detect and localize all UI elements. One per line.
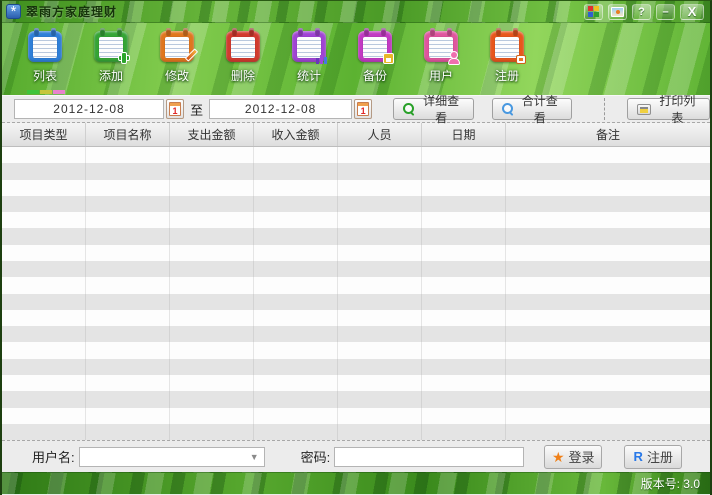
username-select[interactable]: ▼ bbox=[79, 447, 265, 467]
table-row[interactable] bbox=[2, 163, 710, 179]
help-button[interactable]: ? bbox=[632, 4, 651, 20]
close-button[interactable]: X bbox=[680, 4, 704, 20]
skin-palette-button[interactable] bbox=[584, 4, 603, 20]
list-notebook-icon bbox=[28, 31, 62, 62]
login-bar: 用户名: ▼ 密码: ★ 登录 R 注册 bbox=[2, 440, 710, 472]
table-row[interactable] bbox=[2, 310, 710, 326]
column-header[interactable]: 人员 bbox=[338, 123, 422, 146]
column-header[interactable]: 项目类型 bbox=[2, 123, 86, 146]
window-skin-icon bbox=[611, 7, 624, 17]
total-view-label: 合计查看 bbox=[517, 92, 562, 126]
toolbar-label: 备份 bbox=[363, 67, 387, 84]
skin-change-button[interactable] bbox=[608, 4, 627, 20]
table-row[interactable] bbox=[2, 375, 710, 391]
register-button[interactable]: R 注册 bbox=[624, 445, 682, 469]
date-from-input[interactable] bbox=[14, 99, 164, 119]
login-label: 登录 bbox=[569, 447, 595, 466]
table-row[interactable] bbox=[2, 228, 710, 244]
calendar-from-button[interactable]: 1 bbox=[166, 99, 184, 119]
status-bar: 版本号: 3.0 bbox=[2, 472, 710, 494]
toolbar-indicator-strip bbox=[27, 90, 65, 94]
toolbar-label: 列表 bbox=[33, 67, 57, 84]
add-notebook-icon bbox=[94, 31, 128, 62]
version-text: 版本号: 3.0 bbox=[641, 475, 700, 492]
toolbar-label: 修改 bbox=[165, 67, 189, 84]
table-row[interactable] bbox=[2, 359, 710, 375]
edit-notebook-icon bbox=[160, 31, 194, 62]
toolbar-label: 删除 bbox=[231, 67, 255, 84]
table-row[interactable] bbox=[2, 212, 710, 228]
calendar-to-button[interactable]: 1 bbox=[354, 99, 372, 119]
table-row[interactable] bbox=[2, 342, 710, 358]
search-icon bbox=[403, 103, 414, 115]
toolbar-button-list[interactable]: 列表 bbox=[12, 31, 78, 84]
column-header[interactable]: 备注 bbox=[506, 123, 710, 146]
table-row[interactable] bbox=[2, 326, 710, 342]
window-controls: ? – X bbox=[584, 4, 704, 20]
column-header[interactable]: 支出金额 bbox=[170, 123, 254, 146]
column-header[interactable]: 收入金额 bbox=[254, 123, 338, 146]
toolbar-button-add[interactable]: 添加 bbox=[78, 31, 144, 84]
toolbar: 列表 添加 修改 删除 统计 备份 用户 注册 bbox=[2, 23, 710, 95]
detail-view-label: 详细查看 bbox=[419, 92, 464, 126]
toolbar-label: 统计 bbox=[297, 67, 321, 84]
table-row[interactable] bbox=[2, 180, 710, 196]
backup-notebook-icon bbox=[358, 31, 392, 62]
stats-notebook-icon bbox=[292, 31, 326, 62]
delete-notebook-icon bbox=[226, 31, 260, 62]
vertical-separator bbox=[604, 98, 605, 120]
table-row[interactable] bbox=[2, 277, 710, 293]
date-to-input[interactable] bbox=[209, 99, 352, 119]
chevron-down-icon: ▼ bbox=[250, 452, 264, 462]
table-row[interactable] bbox=[2, 408, 710, 424]
search-icon bbox=[502, 103, 513, 115]
filter-bar: 1 至 1 详细查看 合计查看 打印列表 bbox=[2, 95, 710, 123]
table-row[interactable] bbox=[2, 424, 710, 440]
password-label: 密码: bbox=[301, 447, 331, 466]
title-bar: * 翠雨方家庭理财 ? – X bbox=[2, 1, 710, 23]
column-header[interactable]: 项目名称 bbox=[86, 123, 170, 146]
toolbar-button-register[interactable]: 注册 bbox=[474, 31, 540, 84]
table-row[interactable] bbox=[2, 294, 710, 310]
table-row[interactable] bbox=[2, 245, 710, 261]
minimize-button[interactable]: – bbox=[656, 4, 675, 20]
color-grid-icon bbox=[588, 6, 599, 17]
calendar-icon: 1 bbox=[169, 102, 181, 116]
star-icon: ★ bbox=[552, 450, 565, 464]
table-header: 项目类型项目名称支出金额收入金额人员日期备注 bbox=[2, 123, 710, 147]
register-notebook-icon bbox=[490, 31, 524, 62]
toolbar-label: 用户 bbox=[429, 67, 453, 84]
toolbar-label: 注册 bbox=[495, 67, 519, 84]
window-title: 翠雨方家庭理财 bbox=[26, 3, 117, 20]
printer-icon bbox=[637, 104, 650, 115]
username-label: 用户名: bbox=[32, 447, 75, 466]
toolbar-button-backup[interactable]: 备份 bbox=[342, 31, 408, 84]
table-body bbox=[2, 147, 710, 440]
user-notebook-icon bbox=[424, 31, 458, 62]
login-button[interactable]: ★ 登录 bbox=[544, 445, 602, 469]
table-row[interactable] bbox=[2, 261, 710, 277]
register-label: 注册 bbox=[647, 447, 673, 466]
table-row[interactable] bbox=[2, 196, 710, 212]
column-header[interactable]: 日期 bbox=[422, 123, 506, 146]
r-letter-icon: R bbox=[634, 449, 643, 464]
print-list-label: 打印列表 bbox=[655, 92, 700, 126]
total-view-button[interactable]: 合计查看 bbox=[492, 98, 573, 120]
toolbar-label: 添加 bbox=[99, 67, 123, 84]
password-input[interactable] bbox=[334, 447, 524, 467]
app-window: * 翠雨方家庭理财 ? – X 列表添加修改删除统计备份用户注册 1 至 1 详… bbox=[0, 0, 712, 495]
toolbar-button-delete[interactable]: 删除 bbox=[210, 31, 276, 84]
toolbar-button-stats[interactable]: 统计 bbox=[276, 31, 342, 84]
toolbar-button-edit[interactable]: 修改 bbox=[144, 31, 210, 84]
print-list-button[interactable]: 打印列表 bbox=[627, 98, 710, 120]
calendar-icon: 1 bbox=[357, 102, 369, 116]
app-icon: * bbox=[6, 4, 21, 19]
toolbar-button-user[interactable]: 用户 bbox=[408, 31, 474, 84]
table-row[interactable] bbox=[2, 391, 710, 407]
date-range-to-label: 至 bbox=[190, 100, 203, 119]
detail-view-button[interactable]: 详细查看 bbox=[393, 98, 474, 120]
table-row[interactable] bbox=[2, 147, 710, 163]
